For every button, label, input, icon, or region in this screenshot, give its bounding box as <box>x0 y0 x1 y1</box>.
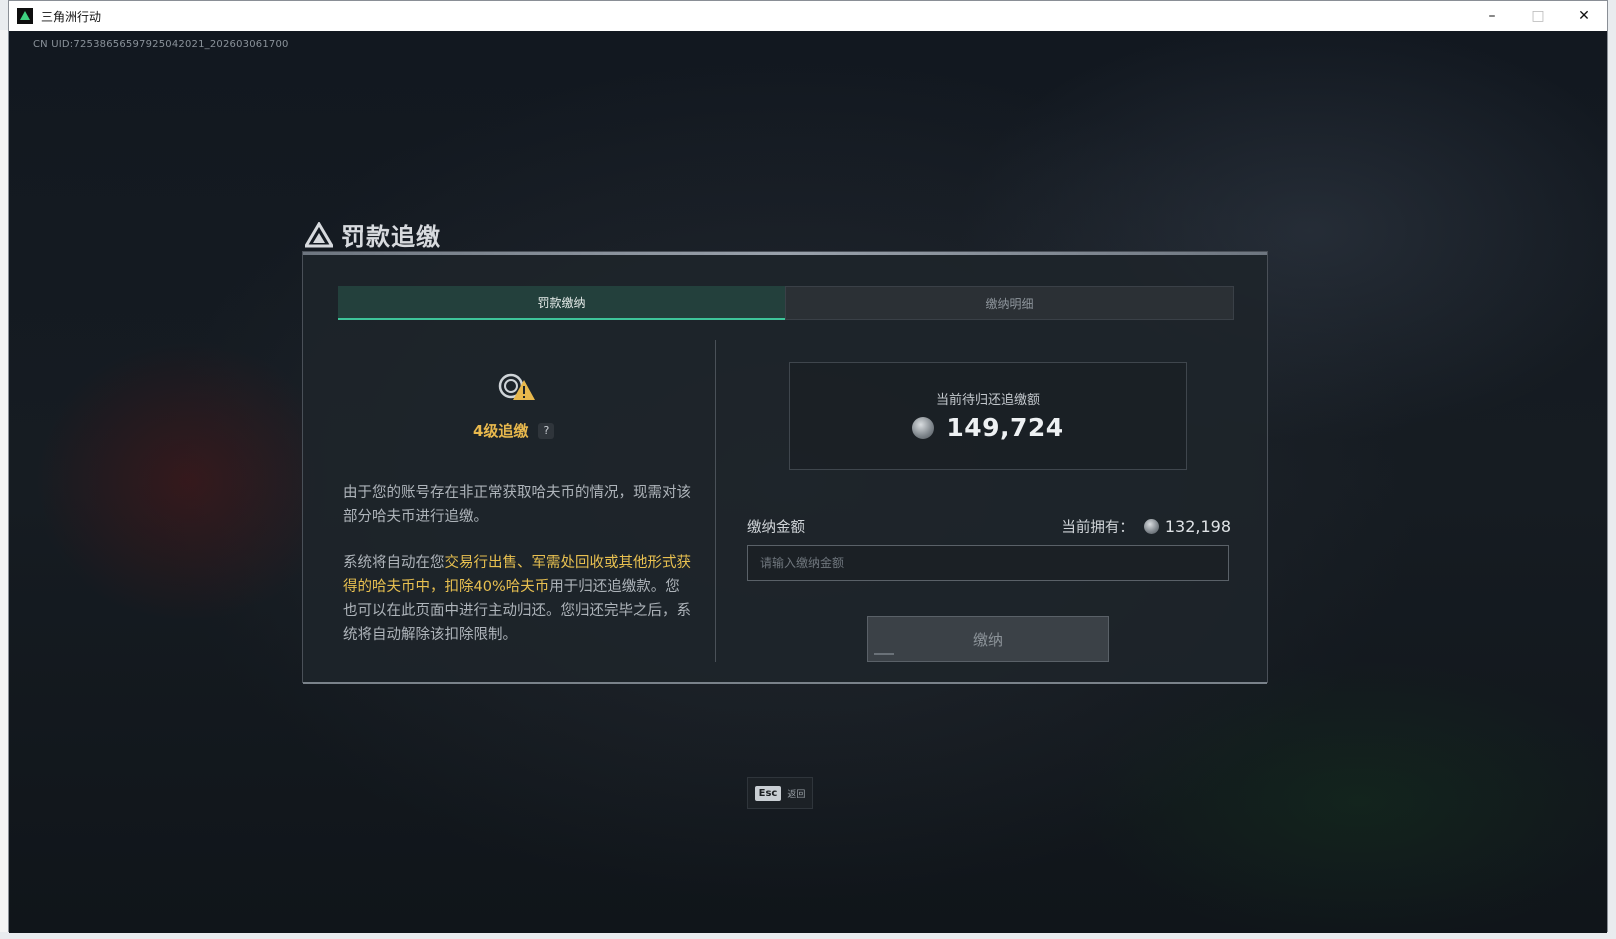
tab-payment-details[interactable]: 缴纳明细 <box>785 286 1234 320</box>
esc-key-icon: Esc <box>754 785 782 801</box>
window-title: 三角洲行动 <box>41 9 102 24</box>
game-surface: CN UID:72538656597925042021_202603061700… <box>9 31 1607 933</box>
coin-icon <box>1143 519 1159 534</box>
level-row: 4级追缴 ? <box>473 420 555 441</box>
warning-coin-icon <box>497 372 537 404</box>
title-bar: 三角洲行动 – □ ✕ <box>9 1 1607 31</box>
column-divider <box>715 340 716 662</box>
panel-top-border <box>303 252 1267 255</box>
coin-icon <box>912 416 935 439</box>
pay-button[interactable]: 缴纳 <box>867 616 1109 662</box>
tab-fine-payment[interactable]: 罚款缴纳 <box>338 286 785 320</box>
maximize-button[interactable]: □ <box>1515 1 1561 31</box>
delta-logo-icon <box>303 220 335 248</box>
tab-bar: 罚款缴纳 缴纳明细 <box>338 286 1234 320</box>
fine-panel: 罚款缴纳 缴纳明细 4级追缴 ? 由于您的账号存在非正常获取哈夫币的情况，现需对… <box>302 251 1268 684</box>
owed-amount-box: 当前待归还追缴额 149,724 <box>789 362 1187 470</box>
app-logo-icon <box>17 8 33 24</box>
modal-header: 罚款追缴 <box>303 217 441 252</box>
window-controls: – □ ✕ <box>1469 1 1607 31</box>
description-rules: 系统将自动在您交易行出售、军需处回收或其他形式获得的哈夫币中，扣除40%哈夫币用… <box>343 551 691 647</box>
game-window: 三角洲行动 – □ ✕ CN UID:72538656597925042021_… <box>8 0 1608 933</box>
esc-back-button[interactable]: Esc 返回 <box>747 777 813 809</box>
background-window-edge <box>0 30 8 932</box>
close-button[interactable]: ✕ <box>1561 1 1607 31</box>
panel-bottom-border <box>303 682 1267 684</box>
current-balance-row: 当前拥有： 132,198 <box>1061 516 1231 537</box>
pay-amount-input[interactable] <box>747 545 1229 581</box>
owed-value: 149,724 <box>946 413 1064 442</box>
penalty-level: 4级追缴 <box>473 422 529 440</box>
owed-row: 149,724 <box>790 413 1186 442</box>
description-rules-prefix: 系统将自动在您 <box>343 555 445 571</box>
current-balance-value: 132,198 <box>1164 517 1231 536</box>
uid-label: CN UID:72538656597925042021_202603061700 <box>33 39 289 50</box>
back-label: 返回 <box>787 789 806 800</box>
modal-title: 罚款追缴 <box>341 223 441 251</box>
minimize-button[interactable]: – <box>1469 1 1515 31</box>
current-balance-label: 当前拥有： <box>1061 520 1134 536</box>
owed-label: 当前待归还追缴额 <box>935 393 1040 408</box>
help-icon[interactable]: ? <box>538 422 555 439</box>
description-intro: 由于您的账号存在非正常获取哈夫币的情况，现需对该部分哈夫币进行追缴。 <box>343 485 691 525</box>
pay-amount-label: 缴纳金额 <box>747 520 805 536</box>
